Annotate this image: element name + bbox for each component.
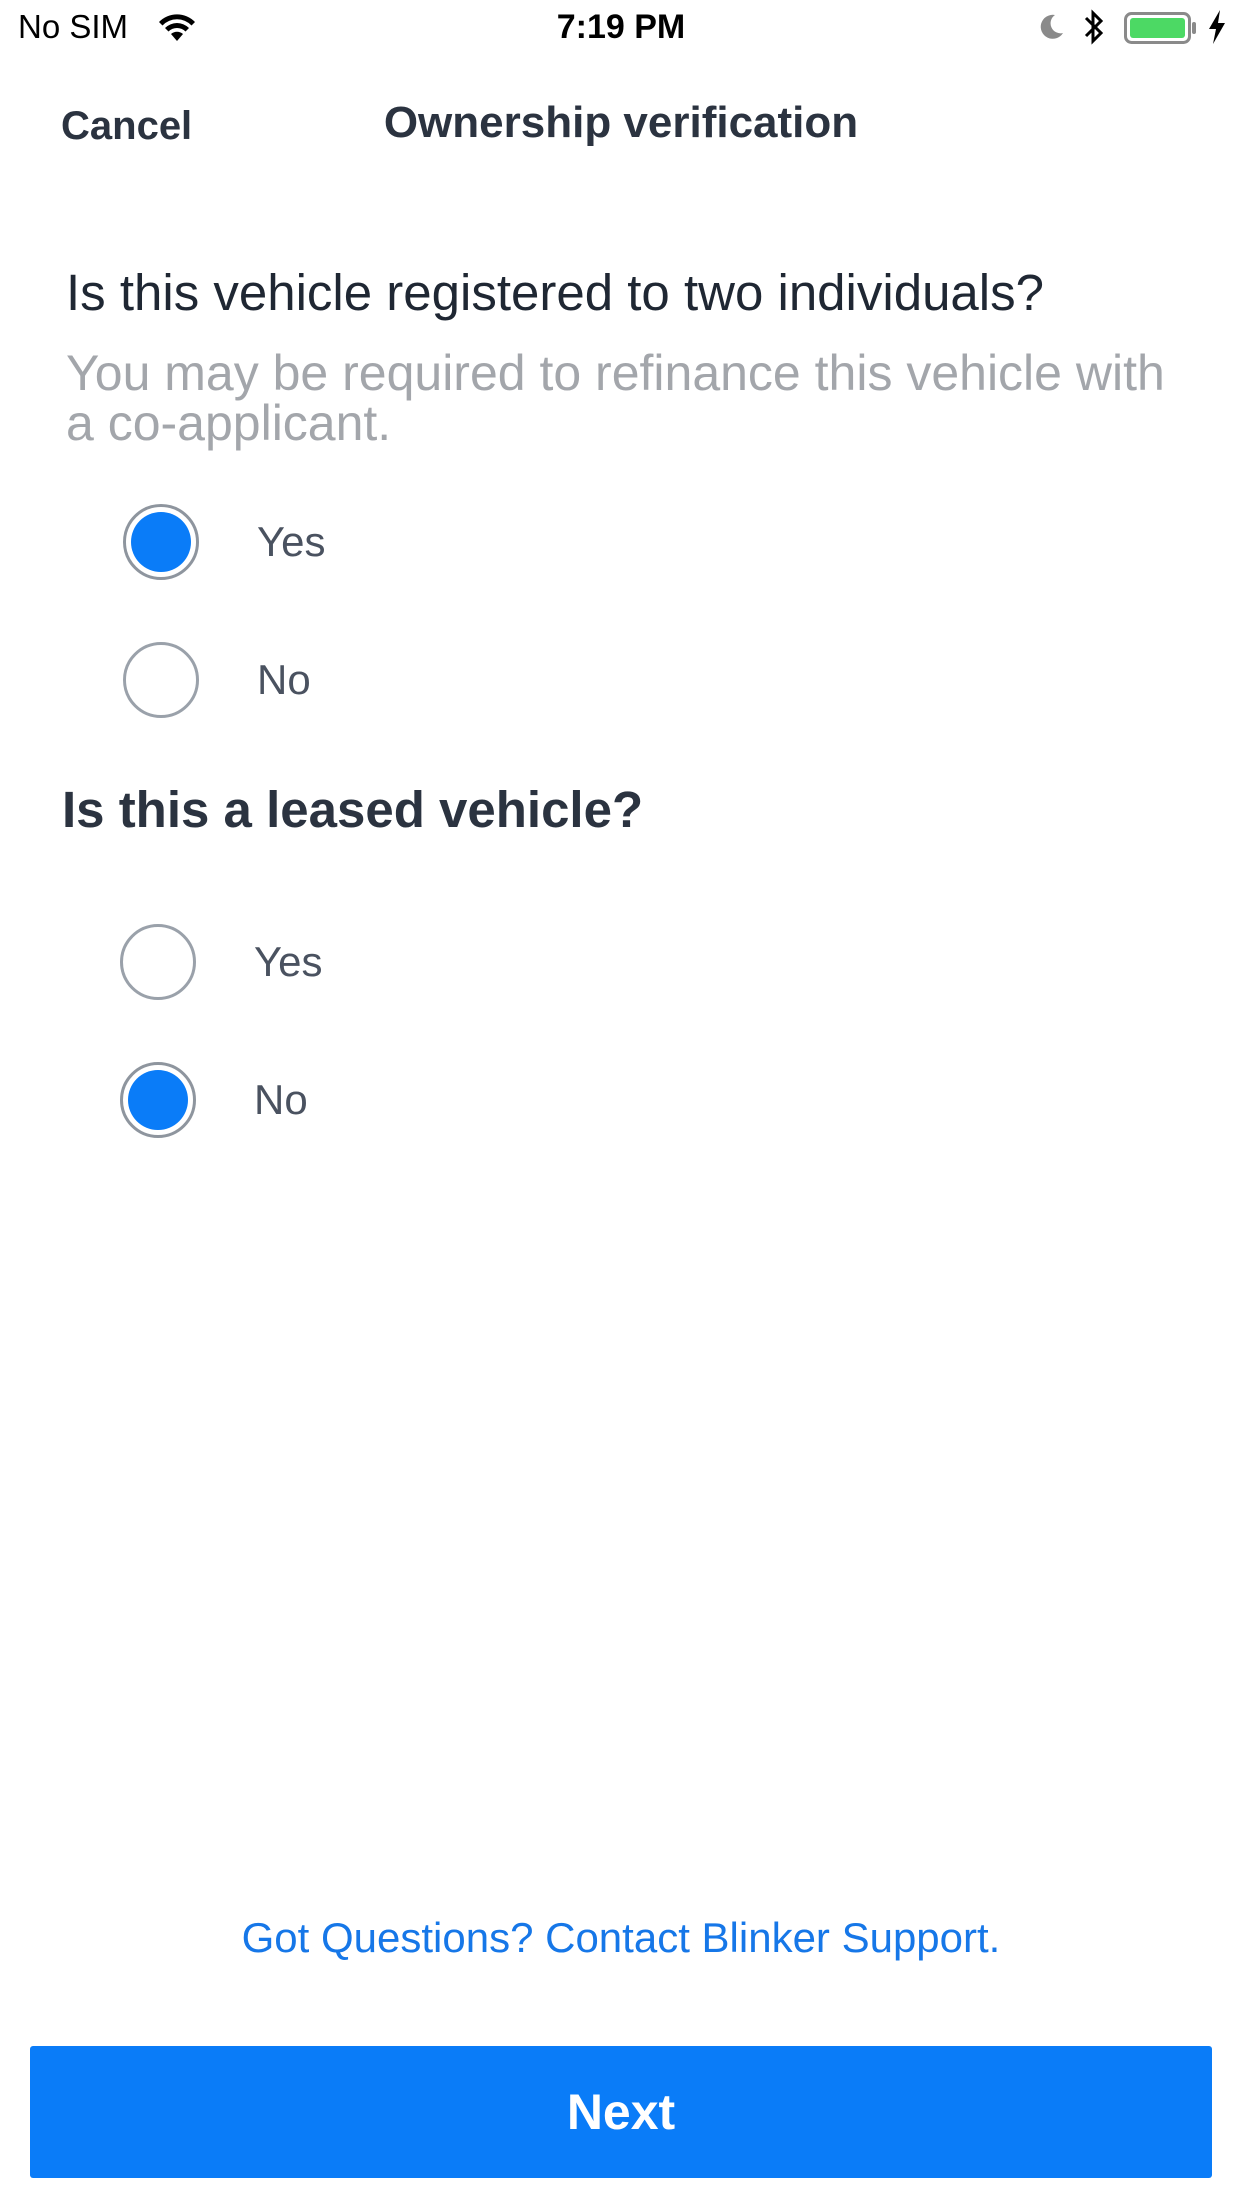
contact-support-link[interactable]: Got Questions? Contact Blinker Support.: [0, 1914, 1242, 1962]
battery-icon: [1124, 12, 1196, 44]
registered-yes-option[interactable]: Yes: [123, 504, 383, 580]
status-bar: No SIM 7:19 PM: [0, 0, 1242, 56]
bluetooth-icon: [1084, 9, 1104, 45]
charging-icon: [1209, 10, 1225, 44]
radio-leased-no[interactable]: [120, 1062, 196, 1138]
leased-yes-option[interactable]: Yes: [120, 924, 380, 1000]
page-title: Ownership verification: [383, 98, 859, 147]
radio-registered-yes[interactable]: [123, 504, 199, 580]
question-leased-title: Is this a leased vehicle?: [62, 781, 644, 838]
leased-no-label: No: [254, 1076, 308, 1123]
next-button[interactable]: Next: [30, 2046, 1212, 2178]
registered-yes-label: Yes: [257, 518, 326, 565]
leased-no-option[interactable]: No: [120, 1062, 380, 1138]
question-registered-subtitle: You may be required to refinance this ve…: [66, 345, 1165, 451]
radio-leased-yes[interactable]: [120, 924, 196, 1000]
moon-icon: [1040, 14, 1063, 39]
leased-yes-label: Yes: [254, 938, 323, 985]
question-registered-title: Is this vehicle registered to two indivi…: [66, 264, 1044, 321]
radio-registered-no[interactable]: [123, 642, 199, 718]
registered-no-option[interactable]: No: [123, 642, 383, 718]
registered-no-label: No: [257, 656, 311, 703]
